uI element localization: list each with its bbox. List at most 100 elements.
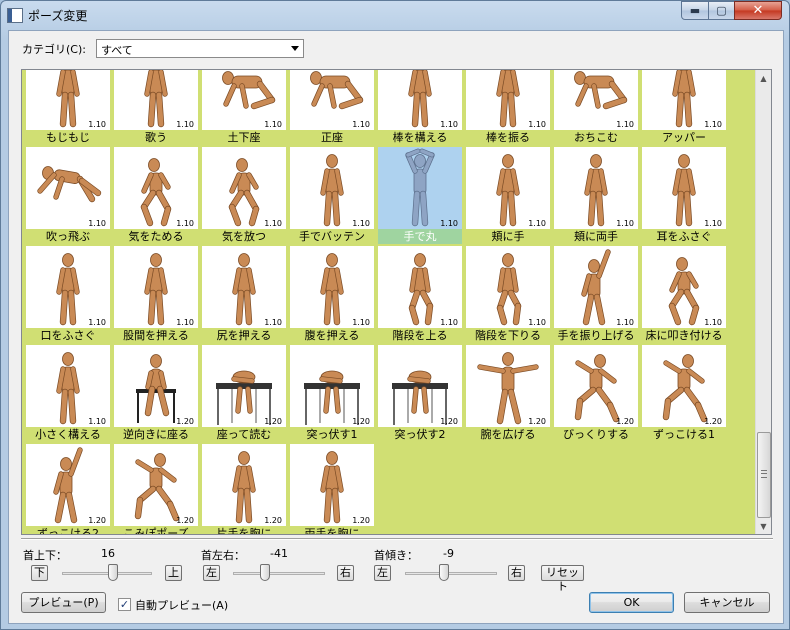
title-bar[interactable]: ポーズ変更 ▬ ▢ ✕: [1, 1, 789, 29]
pose-thumbnail: 1.20: [202, 345, 286, 427]
pose-item[interactable]: 1.10 手を振り上げる: [554, 246, 638, 344]
pose-item[interactable]: 1.20 ずっこける1: [642, 345, 726, 443]
neck-tilt-slider-track[interactable]: [405, 572, 497, 575]
pose-item[interactable]: 1.10 正座: [290, 70, 374, 146]
pose-item[interactable]: 1.10 頬に手: [466, 147, 550, 245]
auto-preview-label[interactable]: 自動プレビュー(A): [135, 597, 228, 613]
pose-label: 土下座: [227, 131, 261, 144]
neck-updown-slider-thumb[interactable]: [108, 564, 119, 581]
pose-thumbnail: 1.20: [114, 444, 198, 526]
auto-preview-checkbox[interactable]: ✓: [118, 598, 131, 611]
pose-thumbnail: 1.10: [26, 147, 110, 229]
pose-item[interactable]: 1.10 土下座: [202, 70, 286, 146]
ok-button[interactable]: OK: [589, 592, 674, 613]
scroll-up-arrow-icon[interactable]: ▲: [756, 70, 771, 86]
pose-thumbnail: 1.10: [26, 345, 110, 427]
pose-item[interactable]: 1.20 ずっこける2: [26, 444, 110, 534]
pose-version: 1.10: [352, 318, 370, 327]
pose-item[interactable]: 1.10 気を放つ: [202, 147, 286, 245]
pose-item[interactable]: 1.10 アッパー: [642, 70, 726, 146]
preview-button[interactable]: プレビュー(P): [21, 592, 106, 613]
pose-item[interactable]: 1.20 逆向きに座る: [114, 345, 198, 443]
pose-item[interactable]: 1.10 階段を下りる: [466, 246, 550, 344]
pose-item[interactable]: 1.20 座って読む: [202, 345, 286, 443]
pose-version: 1.20: [352, 417, 370, 426]
cancel-button[interactable]: キャンセル: [684, 592, 770, 613]
pose-item[interactable]: 1.10 小さく構える: [26, 345, 110, 443]
pose-thumbnail: 1.10: [466, 70, 550, 130]
pose-item[interactable]: 1.10 棒を振る: [466, 70, 550, 146]
pose-thumbnail: 1.20: [466, 345, 550, 427]
pose-label: 手でバッテン: [299, 230, 365, 243]
pose-item[interactable]: 1.10 腹を押える: [290, 246, 374, 344]
pose-version: 1.10: [88, 120, 106, 129]
neck-leftright-slider-thumb[interactable]: [260, 564, 271, 581]
pose-label: もじもじ: [46, 131, 90, 144]
pose-item[interactable]: 1.10 床に叩き付ける: [642, 246, 726, 344]
pose-item[interactable]: 1.10 手で丸: [378, 147, 462, 245]
pose-item[interactable]: 1.10 気をためる: [114, 147, 198, 245]
category-dropdown[interactable]: すべて: [96, 39, 304, 58]
pose-item[interactable]: 1.20 両手を胸に: [290, 444, 374, 535]
pose-label: 吹っ飛ぶ: [46, 230, 90, 243]
scrollbar-thumb[interactable]: [757, 432, 771, 518]
pose-thumbnail: 1.10: [466, 246, 550, 328]
pose-label: びっくりする: [563, 428, 629, 441]
pose-item[interactable]: 1.10 歌う: [114, 70, 198, 146]
pose-item[interactable]: 1.10 おちこむ: [554, 70, 638, 146]
neck-down-button[interactable]: 下: [31, 565, 48, 581]
pose-item[interactable]: 1.10 棒を構える: [378, 70, 462, 146]
close-button[interactable]: ✕: [734, 1, 782, 20]
pose-thumbnail: 1.10: [26, 70, 110, 130]
pose-item[interactable]: 1.20 突っ伏す2: [378, 345, 462, 443]
pose-change-dialog: ポーズ変更 ▬ ▢ ✕ カテゴリ(C): すべて 1.10 もじもじ 1.10 歌う 1…: [0, 0, 790, 630]
pose-label: 手で丸: [378, 229, 462, 244]
pose-label: 両手を胸に: [304, 527, 360, 535]
pose-version: 1.20: [704, 417, 722, 426]
pose-item[interactable]: 1.10 吹っ飛ぶ: [26, 147, 110, 245]
pose-item[interactable]: 1.20 突っ伏す1: [290, 345, 374, 443]
tilt-left-button[interactable]: 左: [374, 565, 391, 581]
pose-thumbnail: 1.20: [290, 444, 374, 526]
neck-tilt-slider-thumb[interactable]: [439, 564, 450, 581]
neck-up-button[interactable]: 上: [165, 565, 182, 581]
pose-item[interactable]: 1.10 尻を押える: [202, 246, 286, 344]
pose-version: 1.10: [88, 318, 106, 327]
minimize-button[interactable]: ▬: [681, 1, 709, 20]
neck-updown-slider-track[interactable]: [62, 572, 152, 575]
pose-version: 1.10: [264, 219, 282, 228]
pose-item[interactable]: 1.10 股間を押える: [114, 246, 198, 344]
pose-item[interactable]: 1.10 耳をふさぐ: [642, 147, 726, 245]
pose-item[interactable]: 1.10 階段を上る: [378, 246, 462, 344]
pose-item[interactable]: 1.20 腕を広げる: [466, 345, 550, 443]
pose-thumbnail: 1.20: [202, 444, 286, 526]
neck-left-button[interactable]: 左: [203, 565, 220, 581]
scroll-down-arrow-icon[interactable]: ▼: [756, 518, 771, 534]
pose-item[interactable]: 1.10 もじもじ: [26, 70, 110, 146]
pose-item[interactable]: 1.10 手でバッテン: [290, 147, 374, 245]
pose-thumbnail: 1.10: [554, 70, 638, 130]
pose-label: 気をためる: [128, 230, 184, 243]
tilt-right-button[interactable]: 右: [508, 565, 525, 581]
pose-thumbnail: 1.10: [466, 147, 550, 229]
pose-item[interactable]: 1.20 片手を胸に: [202, 444, 286, 534]
pose-item[interactable]: 1.10 口をふさぐ: [26, 246, 110, 344]
neck-leftright-slider-track[interactable]: [233, 572, 325, 575]
reset-button[interactable]: リセット: [541, 565, 584, 593]
neck-right-button[interactable]: 右: [337, 565, 354, 581]
vertical-scrollbar[interactable]: ▲ ▼: [755, 70, 771, 534]
pose-thumbnail: 1.20: [290, 345, 374, 427]
maximize-button[interactable]: ▢: [708, 1, 735, 20]
pose-thumbnail: 1.10: [642, 70, 726, 130]
pose-label: 突っ伏す1: [306, 428, 358, 441]
pose-label: 座って読む: [216, 428, 272, 441]
pose-version: 1.10: [352, 120, 370, 129]
pose-item[interactable]: 1.10 頬に両手: [554, 147, 638, 245]
pose-version: 1.10: [352, 219, 370, 228]
pose-label: 階段を上る: [392, 329, 448, 342]
pose-label: こみぽポーズ: [123, 527, 189, 535]
pose-item[interactable]: 1.20 びっくりする: [554, 345, 638, 443]
pose-item[interactable]: 1.20 こみぽポーズ: [114, 444, 198, 535]
divider: [21, 538, 773, 540]
pose-version: 1.10: [616, 318, 634, 327]
